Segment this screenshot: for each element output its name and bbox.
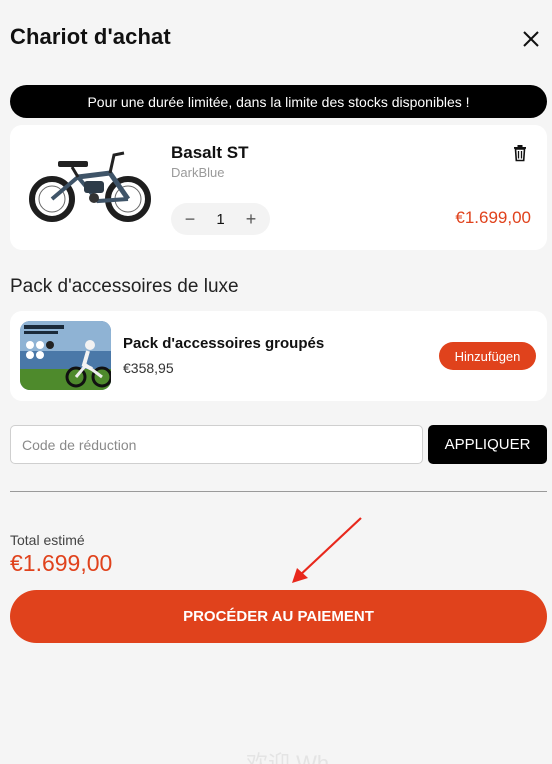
total-label: Total estimé bbox=[10, 532, 85, 548]
annotation-arrow-icon bbox=[292, 517, 362, 583]
apply-discount-button[interactable]: APPLIQUER bbox=[428, 425, 547, 464]
trash-icon[interactable] bbox=[512, 144, 528, 162]
bundle-price: €358,95 bbox=[123, 360, 174, 376]
bundle-item: Pack d'accessoires groupés €358,95 Hinzu… bbox=[10, 311, 547, 401]
discount-code-input[interactable] bbox=[10, 425, 423, 464]
decrease-quantity-button[interactable]: − bbox=[181, 209, 199, 229]
product-name: Basalt ST bbox=[171, 143, 249, 162]
increase-quantity-button[interactable]: + bbox=[242, 209, 260, 229]
total-value: €1.699,00 bbox=[10, 550, 113, 576]
close-icon[interactable] bbox=[518, 26, 544, 52]
cart-item: Basalt ST DarkBlue − 1 + €1.699,00 bbox=[10, 125, 547, 250]
quantity-stepper: − 1 + bbox=[171, 203, 270, 235]
checkout-button[interactable]: PROCÉDER AU PAIEMENT bbox=[10, 590, 547, 643]
bundle-name: Pack d'accessoires groupés bbox=[123, 335, 325, 352]
quantity-value: 1 bbox=[216, 210, 225, 228]
e-bike-image bbox=[29, 151, 151, 222]
footer-faint-text: 欢迎 Wh bbox=[246, 751, 330, 764]
cart-header: Chariot d'achat bbox=[0, 0, 552, 80]
accessory-bundle-image bbox=[20, 321, 111, 390]
add-bundle-button[interactable]: Hinzufügen bbox=[439, 342, 536, 370]
bundle-section-title: Pack d'accessoires de luxe bbox=[10, 276, 239, 297]
promo-banner: Pour une durée limitée, dans la limite d… bbox=[10, 85, 547, 118]
product-variant: DarkBlue bbox=[171, 165, 225, 180]
product-price: €1.699,00 bbox=[455, 208, 531, 227]
divider bbox=[10, 491, 547, 492]
page-title: Chariot d'achat bbox=[10, 24, 171, 49]
